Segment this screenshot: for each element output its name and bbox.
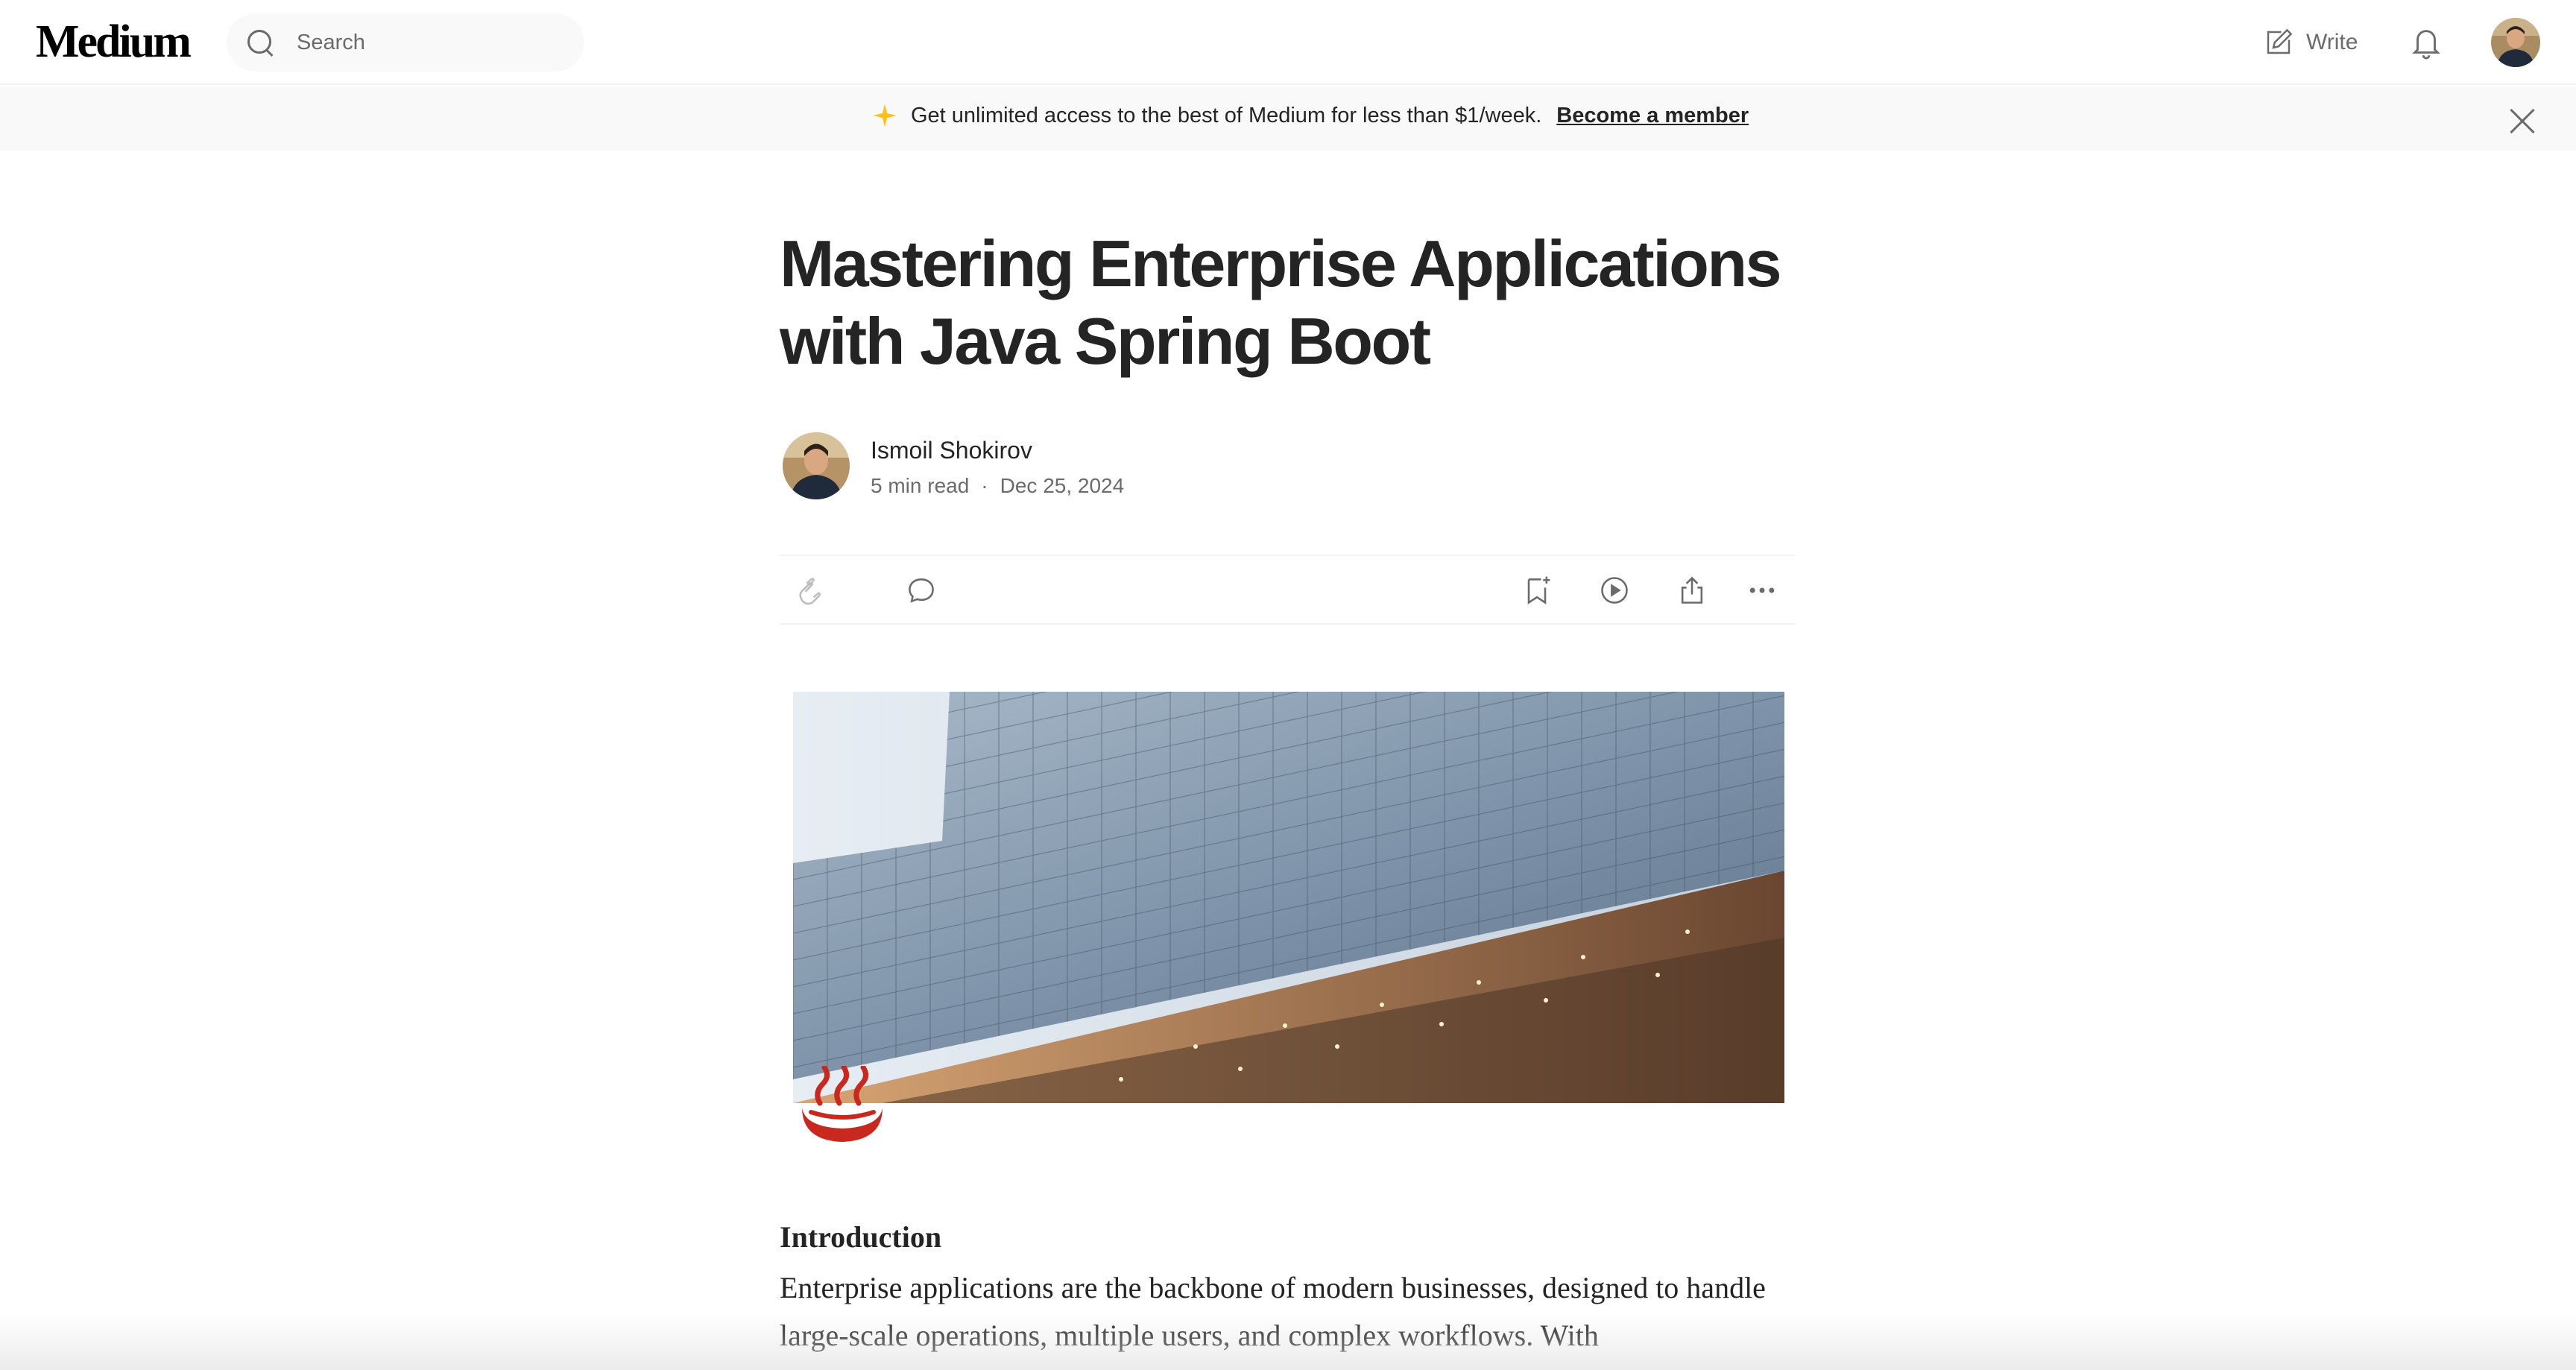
membership-banner: Get unlimited access to the best of Medi… <box>0 86 2576 151</box>
article-meta: 5 min read · Dec 25, 2024 <box>871 474 1124 498</box>
hero-image <box>793 692 1784 1103</box>
article-paragraph: Enterprise applications are the backbone… <box>780 1271 1766 1352</box>
sparkle-icon <box>873 104 897 127</box>
medium-logo[interactable]: Medium <box>36 15 192 69</box>
comment-icon[interactable] <box>905 574 938 607</box>
bookmark-icon[interactable] <box>1521 574 1553 607</box>
banner-text: Get unlimited access to the best of Medi… <box>911 103 1542 127</box>
clap-icon[interactable] <box>795 574 827 607</box>
play-icon[interactable] <box>1598 574 1631 607</box>
top-navigation: Medium Write <box>0 0 2576 85</box>
close-icon[interactable] <box>2509 107 2536 134</box>
bell-icon[interactable] <box>2409 24 2443 61</box>
share-icon[interactable] <box>1676 574 1708 607</box>
java-logo <box>802 1066 883 1142</box>
meta-separator: · <box>981 474 988 497</box>
author-avatar[interactable] <box>783 432 850 499</box>
article-title: Mastering Enterprise Applications with J… <box>780 227 1782 378</box>
section-heading: Introduction <box>780 1220 942 1254</box>
more-icon[interactable] <box>1746 574 1778 607</box>
become-member-link[interactable]: Become a member <box>1556 104 1749 128</box>
write-icon <box>2267 28 2293 54</box>
write-label: Write <box>2306 30 2358 54</box>
author-name[interactable]: Ismoil Shokirov <box>871 437 1032 464</box>
search-icon <box>246 28 276 58</box>
search-input[interactable] <box>297 24 565 61</box>
article-action-bar <box>780 555 1795 625</box>
search-box[interactable] <box>227 13 584 72</box>
read-time: 5 min read <box>871 474 970 497</box>
publish-date: Dec 25, 2024 <box>1000 474 1125 497</box>
write-button[interactable]: Write <box>2263 25 2358 60</box>
user-avatar[interactable] <box>2491 18 2540 67</box>
